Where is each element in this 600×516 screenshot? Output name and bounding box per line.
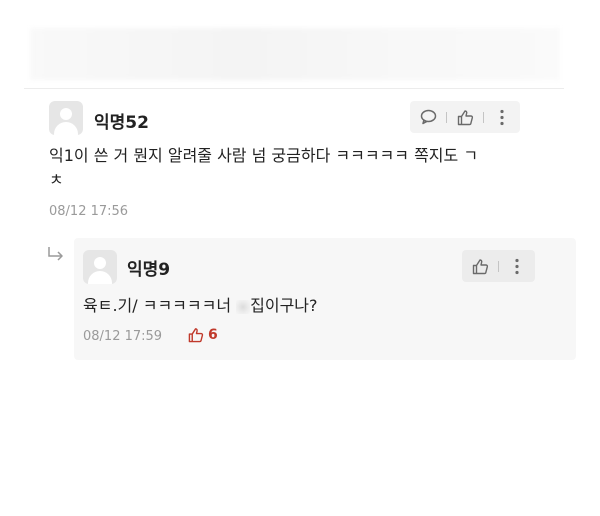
thumbs-up-icon (188, 328, 204, 343)
like-button[interactable] (447, 101, 483, 133)
chat-bubble-icon (420, 109, 436, 125)
comment-text-line: 익1이 쓴 거 뭔지 알려줄 사람 넘 궁금하다 ㅋㅋㅋㅋㅋ 쪽지도 ㄱ (49, 146, 479, 165)
thumbs-up-icon (472, 258, 488, 274)
avatar (83, 250, 117, 284)
like-count-value: 6 (208, 327, 218, 343)
avatar (49, 101, 83, 135)
like-button[interactable] (462, 250, 498, 282)
comment-body: 익1이 쓴 거 뭔지 알려줄 사람 넘 궁금하다 ㅋㅋㅋㅋㅋ 쪽지도 ㄱ ㅊ (49, 144, 569, 192)
reply-nickname: 익명9 (127, 260, 171, 280)
blurred-previous-content (30, 28, 560, 80)
more-button[interactable] (484, 101, 520, 133)
more-vertical-icon (500, 109, 504, 125)
comment-action-bar (410, 101, 520, 133)
comment-timestamp: 08/12 17:56 (49, 204, 129, 219)
reply-like-count[interactable]: 6 (188, 327, 218, 343)
comment-text-line: ㅊ (49, 170, 64, 189)
reply-timestamp: 08/12 17:59 (83, 329, 163, 344)
comment-nickname: 익명52 (94, 113, 149, 133)
reply-text-part: 집이구나? (250, 296, 318, 315)
reply-action-bar (462, 250, 535, 282)
obscured-text (236, 299, 251, 314)
reply-arrow-icon (46, 246, 66, 268)
thumbs-up-icon (457, 109, 473, 125)
reply-button[interactable] (410, 101, 446, 133)
more-button[interactable] (499, 250, 535, 282)
reply-body: 육ㅌ.기/ ㅋㅋㅋㅋㅋ너 집이구나? (83, 294, 563, 318)
more-vertical-icon (515, 258, 519, 274)
reply-text-part: 육ㅌ.기/ ㅋㅋㅋㅋㅋ너 (83, 296, 237, 315)
divider (24, 88, 564, 89)
